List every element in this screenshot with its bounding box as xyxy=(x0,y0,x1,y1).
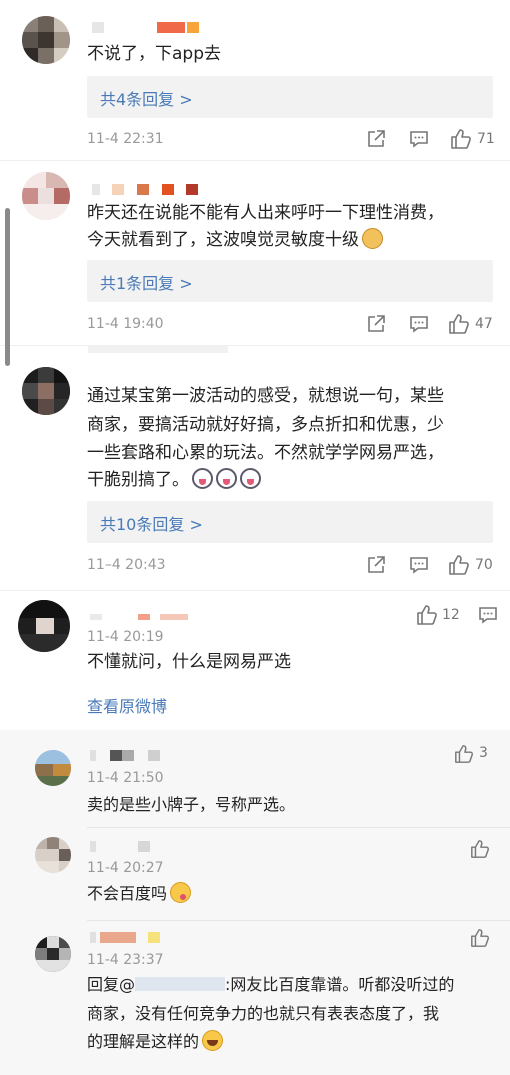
like-count: 70 xyxy=(475,557,493,573)
comment-icon[interactable] xyxy=(409,555,429,579)
sub-reply-2: 11-4 20:27 不会百度吗 xyxy=(0,827,510,920)
share-icon[interactable] xyxy=(366,555,386,579)
avatar[interactable] xyxy=(22,16,70,64)
username-blurred[interactable] xyxy=(92,184,212,196)
like-icon[interactable] xyxy=(470,839,490,863)
comment-text-line: 干脆别搞了。 xyxy=(87,466,261,495)
like-icon[interactable] xyxy=(448,313,470,339)
reply-text-segment: 的理解是这样的 xyxy=(87,1032,200,1051)
husky-emoji xyxy=(240,468,261,489)
replies-button[interactable]: 共4条回复 > xyxy=(87,76,493,118)
avatar[interactable] xyxy=(18,600,70,652)
avatar[interactable] xyxy=(35,837,71,873)
timestamp: 11-4 20:19 xyxy=(87,629,164,645)
comment-2: 昨天还在说能不能有人出来呼吁一下理性消费， 今天就看到了，这波嗅觉灵敏度十级 共… xyxy=(0,160,510,345)
replies-label: 共10条回复 > xyxy=(100,515,203,534)
username-blurred[interactable] xyxy=(90,750,170,762)
reply-text-line: 不会百度吗 xyxy=(87,879,192,908)
comment-text-line: 今天就看到了，这波嗅觉灵敏度十级 xyxy=(87,226,383,255)
timestamp: 11–4 20:43 xyxy=(87,557,166,573)
reply-prefix: 回复@ xyxy=(87,975,136,994)
comment-icon[interactable] xyxy=(409,314,429,338)
share-icon[interactable] xyxy=(366,314,386,338)
comment-1: 不说了，下app去 共4条回复 > 11-4 22:31 71 xyxy=(0,0,510,160)
reply-text: 卖的是些小牌子，号称严选。 xyxy=(87,795,296,814)
reply-text-line: 的理解是这样的 xyxy=(87,1027,224,1056)
comment-4: 11-4 20:19 12 不懂就问，什么是网易严选 查看原微博 xyxy=(0,590,510,730)
username-blurred[interactable] xyxy=(92,22,212,34)
comment-text: 不懂就问，什么是网易严选 xyxy=(87,652,291,672)
comment-icon[interactable] xyxy=(409,129,429,153)
comment-text-line: 昨天还在说能不能有人出来呼吁一下理性消费， xyxy=(87,203,444,223)
username-blurred[interactable] xyxy=(90,841,160,853)
avatar[interactable] xyxy=(22,367,70,415)
sub-replies-section: 11-4 21:50 3 卖的是些小牌子，号称严选。 11-4 20:27 不会… xyxy=(0,730,510,1075)
comment-text-segment: 干脆别搞了。 xyxy=(87,470,189,490)
comment-icon[interactable] xyxy=(478,605,498,629)
username-blurred[interactable] xyxy=(90,614,200,624)
username-blurred[interactable] xyxy=(88,345,228,355)
avatar[interactable] xyxy=(35,750,71,786)
replies-label: 共1条回复 > xyxy=(100,274,193,293)
like-icon[interactable] xyxy=(416,604,438,630)
like-count: 3 xyxy=(479,745,488,761)
timestamp: 11-4 21:50 xyxy=(87,770,164,786)
scrollbar[interactable] xyxy=(5,208,10,366)
comment-text-line: 一些套路和心累的玩法。不然就学学网易严选， xyxy=(87,443,444,463)
replies-label: 共4条回复 > xyxy=(100,90,193,109)
husky-emoji xyxy=(216,468,237,489)
replies-button[interactable]: 共10条回复 > xyxy=(87,501,493,543)
like-icon[interactable] xyxy=(454,744,474,768)
sub-reply-3: 11-4 23:37 回复@ :网友比百度靠谱。听都没听过的 商家，没有任何竞争力… xyxy=(0,920,510,1075)
husky-emoji xyxy=(192,468,213,489)
share-icon[interactable] xyxy=(366,129,386,153)
comment-text-segment: 今天就看到了，这波嗅觉灵敏度十级 xyxy=(87,230,359,250)
like-icon[interactable] xyxy=(450,128,472,154)
username-blurred[interactable] xyxy=(90,932,170,944)
like-icon[interactable] xyxy=(470,928,490,952)
mention-blurred[interactable] xyxy=(135,977,226,991)
avatar[interactable] xyxy=(35,936,71,972)
comment-text: 不说了，下app去 xyxy=(87,44,221,64)
avatar[interactable] xyxy=(22,172,70,220)
reply-text-line: 回复@ :网友比百度靠谱。听都没听过的 xyxy=(87,970,454,999)
like-icon[interactable] xyxy=(448,554,470,580)
like-count: 12 xyxy=(442,607,460,623)
sub-reply-1: 11-4 21:50 3 卖的是些小牌子，号称严选。 xyxy=(0,730,510,827)
view-original-weibo-link[interactable]: 查看原微博 xyxy=(87,693,167,717)
comment-text-line: 通过某宝第一波活动的感受，就想说一句，某些 xyxy=(87,386,444,406)
like-count: 47 xyxy=(475,316,493,332)
reply-text-line: 商家，没有任何竞争力的也就只有表表态度了，我 xyxy=(87,1004,440,1023)
cat-emoji xyxy=(362,228,383,249)
yum-emoji xyxy=(170,882,192,903)
comment-text-line: 商家，要搞活动就好好搞，多点折扣和优惠，少 xyxy=(87,415,444,435)
laugh-emoji xyxy=(202,1030,224,1051)
replies-button[interactable]: 共1条回复 > xyxy=(87,260,493,302)
timestamp: 11-4 20:27 xyxy=(87,860,164,876)
timestamp: 11-4 23:37 xyxy=(87,952,164,968)
like-count: 71 xyxy=(477,131,495,147)
timestamp: 11-4 22:31 xyxy=(87,131,164,147)
reply-text: 不会百度吗 xyxy=(87,884,168,903)
reply-text-segment: :网友比百度靠谱。听都没听过的 xyxy=(225,975,455,994)
timestamp: 11-4 19:40 xyxy=(87,316,164,332)
comment-3: 通过某宝第一波活动的感受，就想说一句，某些 商家，要搞活动就好好搞，多点折扣和优… xyxy=(0,345,510,590)
